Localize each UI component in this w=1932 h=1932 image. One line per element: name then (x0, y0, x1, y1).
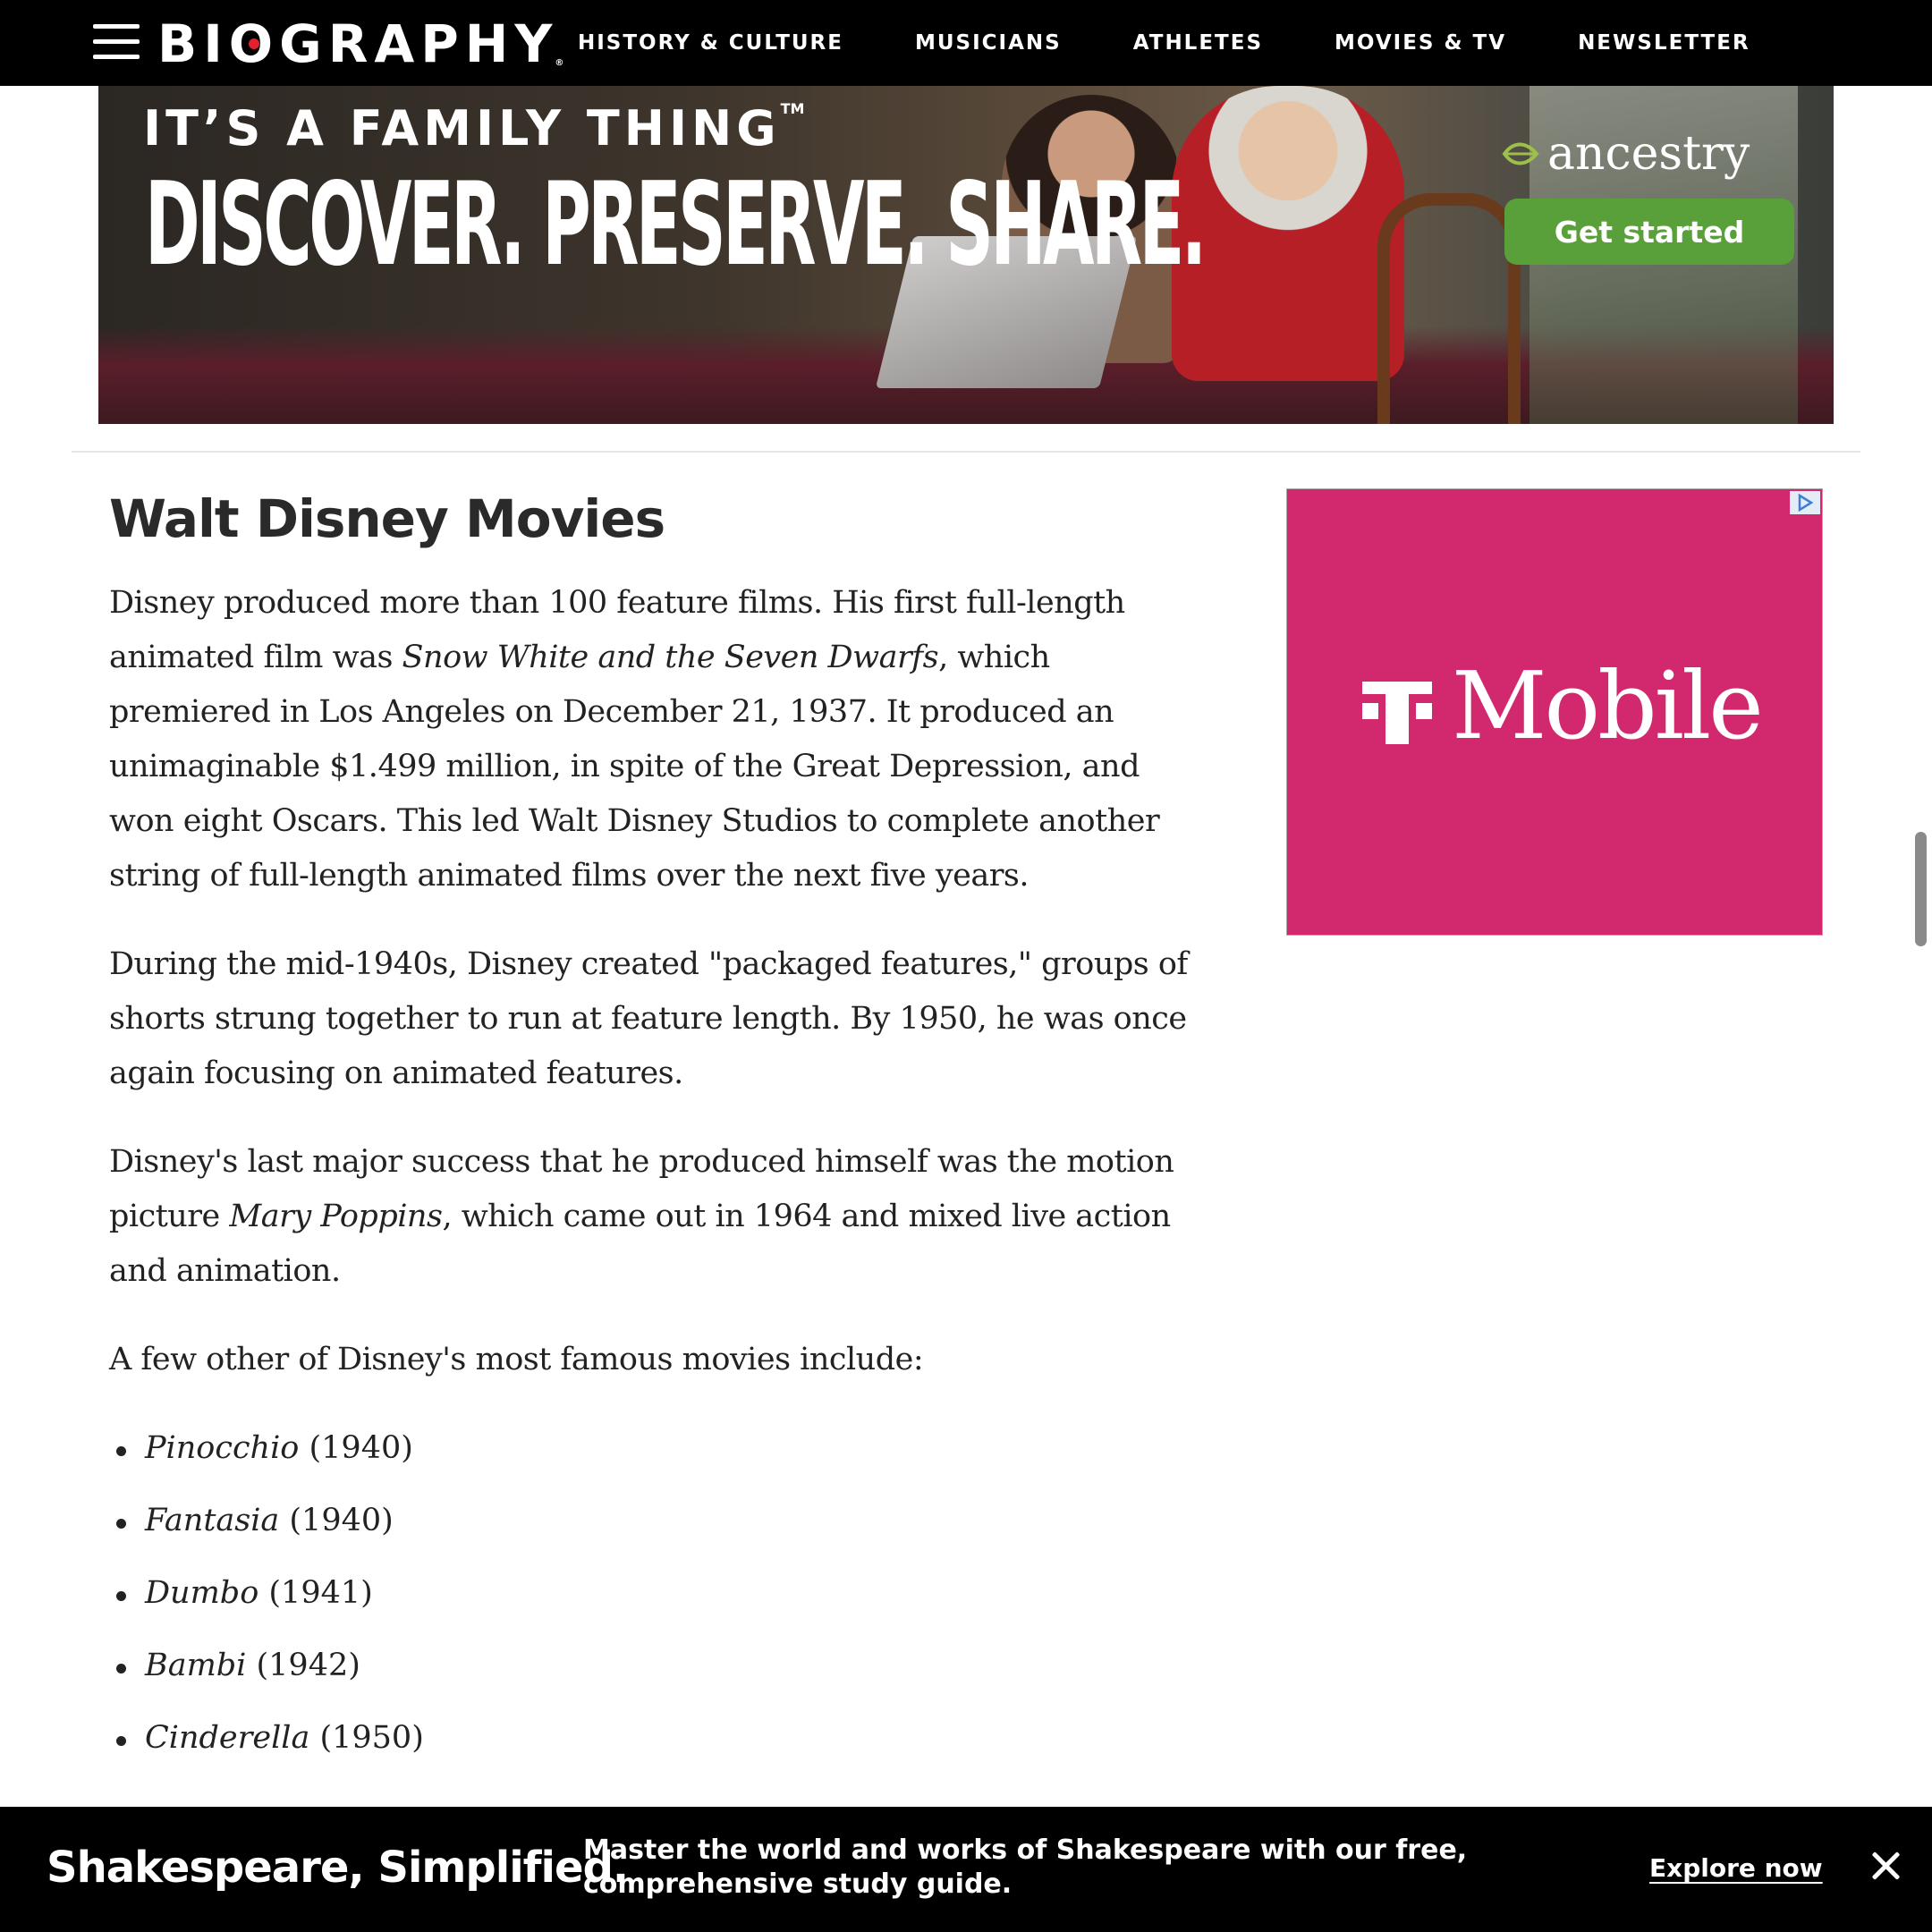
list-item: Dumbo (1941) (109, 1566, 1200, 1639)
ad-photo-chair (1377, 193, 1521, 424)
scrollbar-thumb[interactable] (1915, 832, 1927, 946)
ad-headline: DISCOVER. PRESERVE. SHARE. (145, 158, 1207, 292)
article-body: Walt Disney Movies Disney produced more … (109, 483, 1200, 1784)
paragraph: Disney's last major success that he prod… (109, 1144, 1174, 1289)
close-icon[interactable] (1869, 1850, 1902, 1882)
ad-photo-elder-woman (1172, 86, 1404, 381)
list-item: Cinderella (1950) (109, 1711, 1200, 1784)
nav-newsletter[interactable]: NEWSLETTER (1578, 31, 1750, 55)
nav-musicians[interactable]: MUSICIANS (915, 31, 1062, 55)
promo-title: Shakespeare, Simplified. (47, 1843, 629, 1893)
nav-athletes[interactable]: ATHLETES (1133, 31, 1263, 55)
nav-movies-tv[interactable]: MOVIES & TV (1335, 31, 1506, 55)
ad-tagline: IT’S A FAMILY THINGTM (143, 100, 805, 157)
promo-description: Master the world and works of Shakespear… (583, 1835, 1468, 1900)
section-divider (72, 451, 1860, 453)
site-logo[interactable]: BI O GRAPHY ® (157, 13, 564, 75)
list-item: Bambi (1942) (109, 1639, 1200, 1711)
list-item: Fantasia (1940) (109, 1494, 1200, 1566)
movie-title: Snow White and the Seven Dwarfs (402, 640, 939, 675)
menu-icon[interactable] (93, 21, 140, 61)
ancestry-leaf-icon (1502, 142, 1539, 165)
adchoices-icon[interactable] (1790, 491, 1820, 514)
nav-history-culture[interactable]: HISTORY & CULTURE (578, 31, 843, 55)
paragraph: During the mid-1940s, Disney created "pa… (109, 946, 1188, 1091)
banner-ad[interactable]: IT’S A FAMILY THINGTM DISCOVER. PRESERVE… (98, 86, 1834, 424)
tmobile-logo: Mobile (1362, 651, 1764, 760)
ad-brand: ancestry (1501, 127, 1750, 181)
tmobile-t-icon (1362, 665, 1432, 746)
promo-bar: Shakespeare, Simplified. Master the worl… (0, 1807, 1932, 1932)
tmobile-name: Mobile (1452, 651, 1764, 760)
section-heading: Walt Disney Movies (109, 488, 665, 549)
movie-title: Mary Poppins (229, 1199, 443, 1234)
site-header: BI O GRAPHY ® HISTORY & CULTURE MUSICIANS A… (0, 0, 1932, 86)
paragraph: Disney produced more than 100 feature fi… (109, 585, 1160, 894)
main-nav: HISTORY & CULTURE MUSICIANS ATHLETES MOV… (578, 0, 1822, 86)
paragraph: A few other of Disney's most famous movi… (109, 1342, 924, 1377)
explore-now-link[interactable]: Explore now (1649, 1853, 1823, 1883)
side-ad[interactable]: Mobile (1286, 488, 1823, 936)
list-item: Pinocchio (1940) (109, 1421, 1200, 1494)
ad-get-started-button[interactable]: Get started (1504, 199, 1794, 265)
movie-list: Pinocchio (1940) Fantasia (1940) Dumbo (… (109, 1421, 1200, 1784)
